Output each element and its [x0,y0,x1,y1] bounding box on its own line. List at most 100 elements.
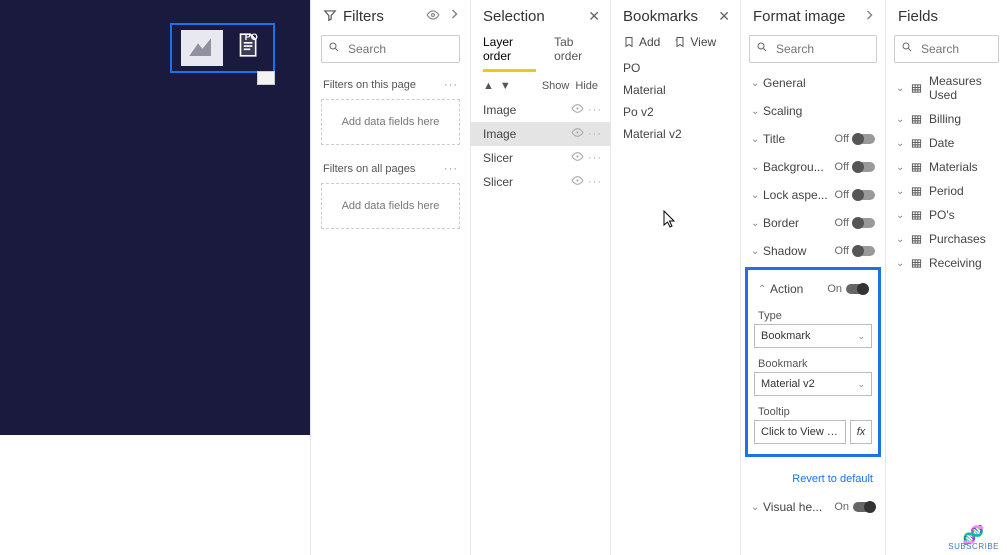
field-table[interactable]: ⌄Billing [886,107,1007,131]
action-type-label: Type [754,302,872,324]
toggle-on[interactable] [846,284,868,294]
table-icon [910,234,923,245]
visibility-icon[interactable] [426,8,440,25]
toggle[interactable] [853,162,875,172]
format-row[interactable]: ⌄ShadowOff [741,237,885,265]
field-table[interactable]: ⌄PO's [886,203,1007,227]
bookmarks-pane: Bookmarks ✕ Add View POMaterialPo v2Mate… [610,0,740,555]
bookmark-view-icon [674,36,686,48]
visibility-icon[interactable] [571,174,584,190]
format-row[interactable]: ⌄General [741,69,885,97]
field-table[interactable]: ⌄Receiving [886,251,1007,275]
fields-search[interactable] [894,35,999,63]
report-canvas[interactable]: PO [0,0,310,555]
toggle[interactable] [853,218,875,228]
layer-item[interactable]: Slicer··· [471,146,610,170]
fx-button[interactable]: fx [850,420,872,444]
toggle-on[interactable] [853,502,875,512]
selected-image-visual[interactable]: PO [170,23,275,73]
filters-on-page-dropzone[interactable]: Add data fields here [321,99,460,145]
move-down-icon[interactable]: ▼ [500,80,511,92]
chevron-down-icon: ⌄ [751,134,763,145]
filters-on-all-dropzone[interactable]: Add data fields here [321,183,460,229]
field-table[interactable]: ⌄Purchases [886,227,1007,251]
bookmark-view-button[interactable]: View [674,35,716,49]
table-icon [910,114,923,125]
action-section-highlight: ⌃ Action On Type Bookmark⌄ Bookmark Mate… [745,267,881,457]
format-search-input[interactable] [749,35,877,63]
format-search[interactable] [749,35,877,63]
filters-on-all-header: Filters on all pages··· [311,157,470,177]
report-page[interactable]: PO [0,0,310,435]
format-row-action[interactable]: ⌃ Action On [754,276,872,302]
more-icon[interactable]: ··· [588,128,602,140]
chevron-down-icon: ⌄ [896,138,904,149]
revert-to-default[interactable]: Revert to default [741,465,885,493]
close-icon[interactable]: ✕ [718,8,730,25]
chevron-down-icon: ⌄ [857,331,865,342]
chevron-down-icon: ⌄ [896,186,904,197]
more-icon[interactable]: ··· [444,163,458,175]
tab-layer-order[interactable]: Layer order [483,35,536,72]
format-row[interactable]: ⌄Scaling [741,97,885,125]
format-row[interactable]: ⌄TitleOff [741,125,885,153]
toggle[interactable] [853,134,875,144]
more-icon[interactable]: ··· [444,79,458,91]
table-icon [910,186,923,197]
tab-tab-order[interactable]: Tab order [554,35,598,72]
format-row[interactable]: ⌄Backgrou...Off [741,153,885,181]
selection-pane: Selection ✕ Layer order Tab order ▲ ▼ Sh… [470,0,610,555]
field-table[interactable]: ⌄Date [886,131,1007,155]
bookmark-item[interactable]: Material [623,79,728,101]
more-icon[interactable]: ··· [588,176,602,188]
toggle[interactable] [853,246,875,256]
action-bookmark-label: Bookmark [754,350,872,372]
format-row[interactable]: ⌄Lock aspe...Off [741,181,885,209]
table-icon [910,162,923,173]
bookmark-item[interactable]: PO [623,57,728,79]
format-pane: Format image ⌄General⌄Scaling⌄TitleOff⌄B… [740,0,885,555]
action-bookmark-dropdown[interactable]: Material v2⌄ [754,372,872,396]
bookmark-add-button[interactable]: Add [623,35,660,49]
visibility-icon[interactable] [571,150,584,166]
subscribe-watermark: 🧬 SUBSCRIBE [948,528,999,551]
visibility-icon[interactable] [571,102,584,118]
fields-title: Fields [898,8,997,25]
toggle[interactable] [853,190,875,200]
chevron-down-icon: ⌄ [896,210,904,221]
more-icon[interactable]: ··· [588,104,602,116]
hide-all-button[interactable]: Hide [575,80,598,92]
collapse-icon[interactable] [863,9,875,24]
filters-search[interactable] [321,35,460,63]
bookmark-item[interactable]: Material v2 [623,123,728,145]
bookmark-add-icon [623,36,635,48]
format-row-visual-header[interactable]: ⌄ Visual he... On [741,493,885,521]
action-type-dropdown[interactable]: Bookmark⌄ [754,324,872,348]
more-icon[interactable]: ··· [588,152,602,164]
filters-search-input[interactable] [321,35,460,63]
action-tooltip-input[interactable]: Click to View Mate... [754,420,846,444]
show-all-button[interactable]: Show [542,80,570,92]
field-table[interactable]: ⌄Measures Used [886,69,1007,107]
layer-item[interactable]: Image··· [471,98,610,122]
field-table[interactable]: ⌄Materials [886,155,1007,179]
filter-icon [323,8,337,25]
visibility-icon[interactable] [571,126,584,142]
chevron-down-icon: ⌄ [751,218,763,229]
layer-item[interactable]: Image··· [471,122,610,146]
collapse-icon[interactable] [448,8,460,25]
chevron-down-icon: ⌄ [896,83,904,94]
canvas-bottom-area [0,435,310,555]
move-up-icon[interactable]: ▲ [483,80,494,92]
field-table[interactable]: ⌄Period [886,179,1007,203]
table-icon [910,258,923,269]
format-row[interactable]: ⌄BorderOff [741,209,885,237]
chevron-down-icon: ⌄ [751,246,763,257]
table-icon [910,138,923,149]
bookmark-item[interactable]: Po v2 [623,101,728,123]
layer-item[interactable]: Slicer··· [471,170,610,194]
chevron-up-icon: ⌃ [758,284,770,295]
table-icon [910,83,923,94]
fields-pane: Fields ⌄Measures Used⌄Billing⌄Date⌄Mater… [885,0,1007,555]
close-icon[interactable]: ✕ [588,8,600,25]
